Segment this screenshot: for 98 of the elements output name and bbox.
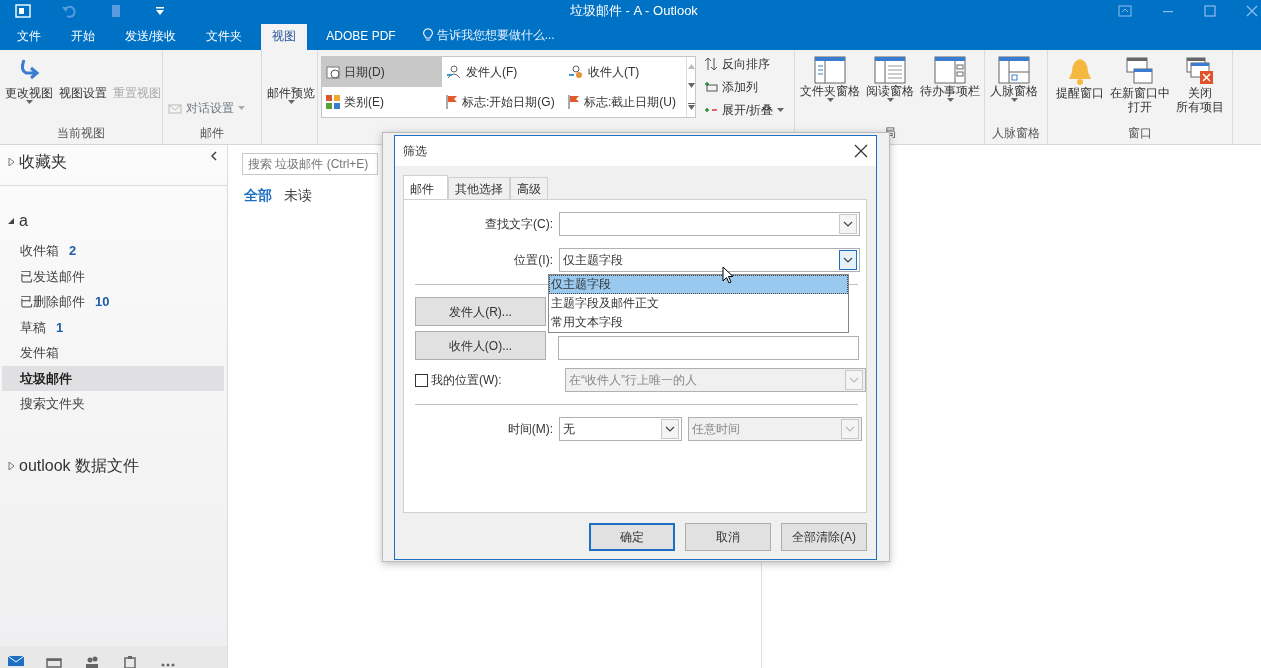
collapsed-icon[interactable] [8, 158, 15, 166]
menu-tab[interactable]: 开始 [60, 24, 106, 50]
menu-tab[interactable]: 文件夹 [195, 24, 254, 50]
ribbon-command[interactable]: 展开/折叠 [702, 100, 787, 120]
menu-tab[interactable]: 视图 [261, 24, 308, 50]
ribbon-command[interactable]: 反向排序 [702, 54, 787, 74]
lightbulb-icon [422, 28, 433, 42]
dialog-button[interactable]: 全部清除(A) [781, 523, 867, 551]
arrangement-option[interactable]: 日期(D) [322, 57, 442, 87]
caret-icon [1010, 98, 1018, 103]
person-icon [446, 65, 462, 79]
caret-icon [946, 98, 954, 103]
sender-button[interactable]: 发件人(R)... [415, 297, 546, 326]
expand-gallery-icon[interactable] [687, 102, 695, 110]
window-title: 垃圾邮件 - A - Outlook [570, 2, 698, 20]
ribbon-button[interactable]: 人脉窗格 [988, 54, 1040, 124]
filter-tab[interactable]: 未读 [278, 185, 318, 206]
dropdown-field[interactable]: 仅主题字段 [559, 248, 860, 272]
flag-icon [446, 95, 458, 109]
caret-icon [886, 98, 894, 103]
folder-item[interactable]: 已发送邮件 [2, 263, 224, 289]
people-icon[interactable] [84, 654, 100, 668]
tell-me-field[interactable]: 告诉我您想要做什么... [436, 26, 555, 44]
folder-item[interactable]: 已删除邮件 10 [2, 289, 224, 315]
ribbon-button[interactable]: 文件夹窗格 [798, 54, 862, 124]
field-label: 时间(M): [506, 421, 553, 438]
caret-icon [777, 107, 785, 113]
dropdown-field[interactable] [559, 212, 860, 236]
customize-icon[interactable] [155, 6, 165, 16]
ribbon-button[interactable]: 关闭 所有项目 [1171, 54, 1229, 124]
ribbon-display-icon[interactable] [1118, 5, 1132, 17]
group-label: 人脉窗格 [991, 126, 1041, 141]
close-icon[interactable] [854, 144, 868, 158]
dialog-button[interactable]: 取消 [685, 523, 771, 551]
dialog-tab[interactable]: 其他选择 [448, 177, 510, 199]
field-label: 位置(I): [513, 252, 553, 269]
caret-icon [238, 105, 245, 111]
caret-icon [287, 100, 295, 105]
scroll-down-icon[interactable] [687, 83, 695, 89]
dropdown-option[interactable]: 仅主题字段 [549, 275, 848, 294]
dialog-tab[interactable]: 邮件 [403, 175, 448, 200]
pane-layout-icon [874, 56, 906, 84]
collapsed-icon[interactable] [8, 461, 15, 470]
ribbon-button[interactable]: 更改视图 [3, 54, 55, 124]
close-all-icon [1185, 56, 1215, 86]
ribbon-button[interactable]: 阅读窗格 [864, 54, 916, 124]
expanded-icon[interactable] [8, 217, 15, 225]
tasks-icon[interactable] [122, 654, 138, 668]
checkbox-label: 我的位置(W): [431, 372, 502, 389]
flag-icon [568, 95, 580, 109]
pane-layout-icon [934, 56, 966, 84]
app-icon[interactable] [15, 3, 31, 19]
caret-icon [826, 98, 834, 103]
mail-icon[interactable] [8, 654, 24, 668]
pane-layout-icon [814, 56, 846, 84]
dialog-button[interactable]: 确定 [589, 523, 675, 551]
dialog-tab[interactable]: 高级 [510, 177, 548, 199]
person-icon [568, 65, 584, 79]
group-label: 窗口 [1127, 126, 1153, 141]
filter-tab[interactable]: 全部 [238, 185, 278, 206]
folder-item[interactable]: 收件箱 2 [2, 238, 224, 264]
dropdown-option[interactable]: 常用文本字段 [549, 313, 848, 332]
calendar-icon [326, 65, 340, 79]
dropdown-option[interactable]: 主题字段及邮件正文 [549, 294, 848, 313]
menu-tab[interactable]: 文件 [6, 24, 52, 50]
sort-icon [704, 57, 718, 71]
ribbon-button[interactable]: 待办事项栏 [918, 54, 982, 124]
category-icon [326, 95, 340, 109]
pane-layout-icon [998, 56, 1030, 84]
envelope-icon [168, 102, 182, 114]
folder-header[interactable]: 收藏夹 [0, 149, 73, 175]
caret-icon [25, 100, 33, 105]
ribbon-button[interactable]: 在新窗口中 打开 [1111, 54, 1169, 124]
collapse-pane-icon[interactable] [210, 151, 217, 161]
ribbon-command[interactable]: 添加列 [702, 77, 787, 97]
ribbon-button[interactable]: 提醒窗口 [1051, 54, 1109, 124]
recipient-field[interactable] [558, 335, 859, 360]
search-field[interactable]: 搜索 垃圾邮件 (Ctrl+E) [242, 153, 378, 175]
folder-item[interactable]: 发件箱 [2, 340, 224, 366]
folder-header[interactable]: a [0, 208, 227, 234]
recipient-button[interactable]: 收件人(O)... [415, 331, 546, 360]
ribbon-button[interactable]: 视图设置 [57, 54, 109, 124]
bell-icon [1066, 56, 1094, 86]
folder-item[interactable]: 搜索文件夹 [2, 391, 224, 417]
ribbon-button[interactable]: 邮件预览 [265, 54, 317, 124]
dropdown-field[interactable]: 无 [559, 417, 682, 441]
group-label: 邮件 [199, 126, 225, 141]
menu-tab[interactable]: ADOBE PDF [315, 24, 407, 50]
menu-tab[interactable]: 发送/接收 [114, 24, 188, 50]
dialog-title: 筛选 [403, 143, 427, 160]
field-label: 查找文字(C): [484, 216, 553, 233]
folder-item[interactable]: 垃圾邮件 [2, 365, 224, 391]
group-label: 当前视图 [56, 126, 106, 141]
add-column-icon [704, 81, 718, 93]
folder-header[interactable]: outlook 数据文件 [0, 452, 227, 479]
new-window-icon [1125, 56, 1155, 86]
expand-collapse-icon [704, 106, 718, 114]
folder-item[interactable]: 草稿 1 [2, 314, 224, 340]
